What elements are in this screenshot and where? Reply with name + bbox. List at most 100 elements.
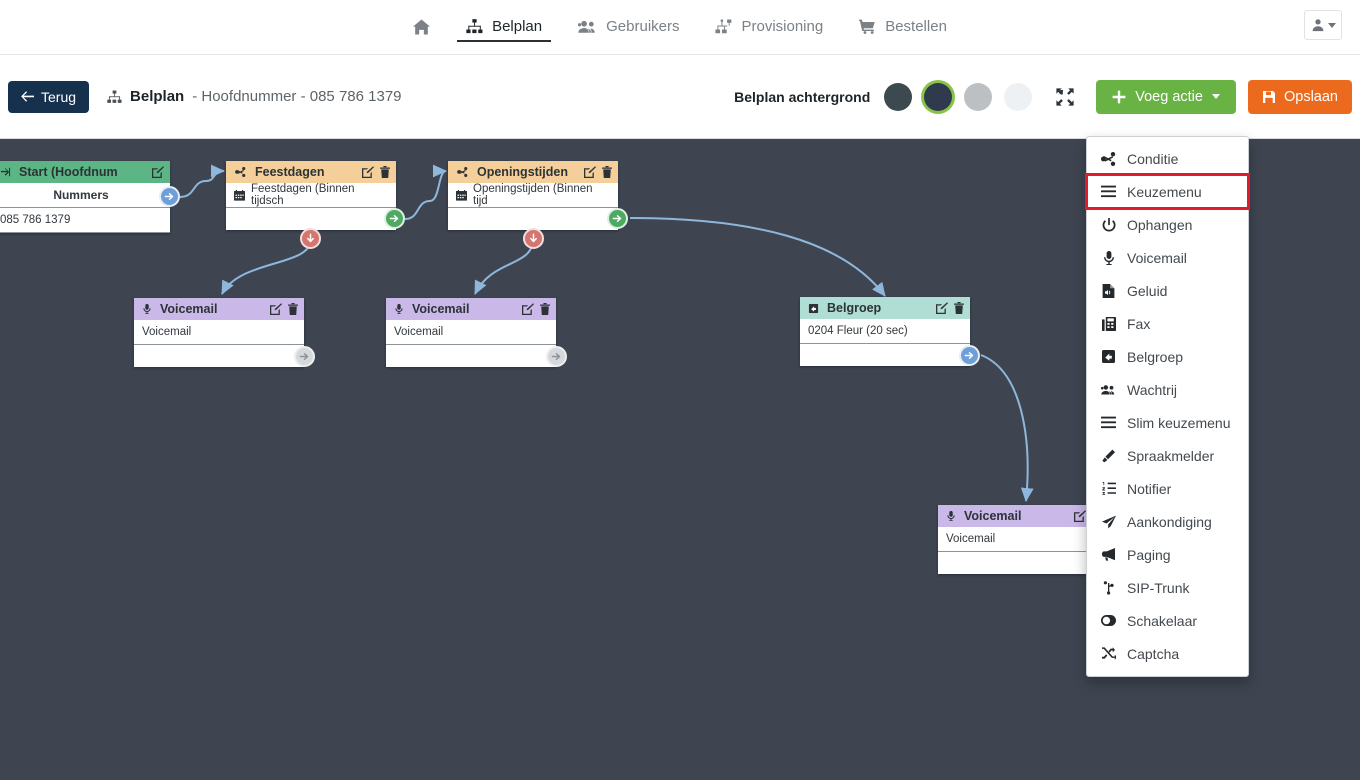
trash-icon[interactable] bbox=[380, 166, 390, 178]
node-voicemail-2[interactable]: Voicemail Voicemail bbox=[386, 298, 556, 367]
background-swatch-1[interactable] bbox=[884, 82, 913, 111]
background-swatch-3[interactable] bbox=[964, 82, 993, 111]
trash-icon[interactable] bbox=[602, 166, 612, 178]
trash-icon[interactable] bbox=[540, 303, 550, 315]
menu-item-wachtrij[interactable]: Wachtrij bbox=[1087, 373, 1248, 406]
node-belgroep-header: Belgroep bbox=[800, 297, 970, 319]
menu-item-label: Keuzemenu bbox=[1127, 183, 1202, 200]
port-openingstijden-fail[interactable] bbox=[523, 228, 544, 249]
menu-item-label: Spraakmelder bbox=[1127, 447, 1215, 464]
edit-icon[interactable] bbox=[152, 166, 164, 178]
port-voicemail-1-out[interactable] bbox=[294, 346, 315, 367]
menu-item-fax[interactable]: Fax bbox=[1087, 307, 1248, 340]
fax-icon bbox=[1101, 316, 1116, 331]
port-voicemail-2-out[interactable] bbox=[546, 346, 567, 367]
node-voicemail-3-header: Voicemail bbox=[938, 505, 1108, 527]
menu-item-label: Belgroep bbox=[1127, 348, 1184, 365]
menu-item-sip-trunk[interactable]: SIP-Trunk bbox=[1087, 571, 1248, 604]
node-start[interactable]: Start (Hoofdnum Nummers 085 786 1379 bbox=[0, 161, 170, 233]
edit-icon[interactable] bbox=[270, 303, 282, 315]
menu-item-voicemail[interactable]: Voicemail bbox=[1087, 241, 1248, 274]
node-voicemail-2-header: Voicemail bbox=[386, 298, 556, 320]
add-action-dropdown-menu[interactable]: Conditie Keuzemenu Ophangen Voicemail Geluid… bbox=[1085, 136, 1250, 677]
menu-item-ophangen[interactable]: Ophangen bbox=[1087, 208, 1248, 241]
node-voicemail-2-row: Voicemail bbox=[386, 320, 556, 345]
expand-arrows-icon[interactable] bbox=[1050, 82, 1080, 112]
users-icon bbox=[1101, 383, 1116, 397]
node-start-row: 085 786 1379 bbox=[0, 208, 170, 233]
menu-item-label: Captcha bbox=[1127, 645, 1180, 662]
menu-item-label: Paging bbox=[1127, 546, 1171, 563]
node-actions bbox=[270, 303, 298, 315]
bars-icon bbox=[1101, 416, 1116, 429]
node-openingstijden[interactable]: Openingstijden Openingstijden (Binnen tij… bbox=[448, 161, 618, 230]
menu-item-schakelaar[interactable]: Schakelaar bbox=[1087, 604, 1248, 637]
volume-file-icon bbox=[1101, 283, 1116, 298]
user-menu-button[interactable] bbox=[1304, 10, 1342, 40]
node-voicemail-3-row: Voicemail bbox=[938, 527, 1108, 552]
node-belgroep[interactable]: Belgroep 0204 Fleur (20 sec) bbox=[800, 297, 970, 366]
node-start-row: Nummers bbox=[0, 183, 170, 208]
menu-item-label: Wachtrij bbox=[1127, 381, 1178, 398]
node-belgroep-title: Belgroep bbox=[827, 301, 882, 315]
background-swatch-2[interactable] bbox=[924, 82, 953, 111]
sitemap-icon bbox=[466, 19, 483, 34]
edit-icon[interactable] bbox=[936, 302, 948, 314]
menu-item-keuzemenu[interactable]: Keuzemenu bbox=[1085, 173, 1250, 210]
node-voicemail-3[interactable]: Voicemail Voicemail bbox=[938, 505, 1108, 574]
port-feestdagen-out[interactable] bbox=[384, 208, 405, 229]
back-button-label: Terug bbox=[41, 88, 77, 105]
users-icon bbox=[578, 20, 597, 34]
node-openingstijden-row-label: Openingstijden (Binnen tijd bbox=[473, 183, 593, 207]
menu-item-label: SIP-Trunk bbox=[1127, 579, 1190, 596]
node-feestdagen-row: Feestdagen (Binnen tijdsch bbox=[226, 183, 396, 208]
menu-item-conditie[interactable]: Conditie bbox=[1087, 142, 1248, 175]
paper-plane-icon bbox=[1101, 515, 1116, 529]
menu-item-paging[interactable]: Paging bbox=[1087, 538, 1248, 571]
node-actions bbox=[522, 303, 550, 315]
calendar-icon bbox=[234, 189, 245, 201]
port-start-out[interactable] bbox=[159, 186, 180, 207]
menu-item-label: Slim keuzemenu bbox=[1127, 414, 1231, 431]
edit-icon[interactable] bbox=[1074, 510, 1086, 522]
menu-item-spraakmelder[interactable]: Spraakmelder bbox=[1087, 439, 1248, 472]
background-swatch-4[interactable] bbox=[1004, 82, 1033, 111]
node-feestdagen-title: Feestdagen bbox=[255, 165, 325, 179]
trash-icon[interactable] bbox=[288, 303, 298, 315]
node-voicemail-1[interactable]: Voicemail Voicemail bbox=[134, 298, 304, 367]
menu-item-slim-keuzemenu[interactable]: Slim keuzemenu bbox=[1087, 406, 1248, 439]
nav-bestellen[interactable]: Bestellen bbox=[841, 0, 965, 55]
edit-icon[interactable] bbox=[584, 166, 596, 178]
node-start-row-label: Nummers bbox=[53, 188, 109, 202]
nav-gebruikers[interactable]: Gebruikers bbox=[560, 0, 697, 55]
bars-icon bbox=[1101, 185, 1116, 198]
node-actions bbox=[362, 166, 390, 178]
node-start-header: Start (Hoofdnum bbox=[0, 161, 170, 183]
add-action-button[interactable]: Voeg actie bbox=[1096, 79, 1236, 114]
node-belgroep-row: 0204 Fleur (20 sec) bbox=[800, 319, 970, 344]
breadcrumb: Belplan - Hoofdnummer - 085 786 1379 bbox=[107, 88, 402, 105]
port-openingstijden-out[interactable] bbox=[607, 208, 628, 229]
menu-item-notifier[interactable]: Notifier bbox=[1087, 472, 1248, 505]
trash-icon[interactable] bbox=[954, 302, 964, 314]
edit-icon[interactable] bbox=[362, 166, 374, 178]
port-feestdagen-fail[interactable] bbox=[300, 228, 321, 249]
save-button[interactable]: Opslaan bbox=[1247, 79, 1352, 114]
toolbar-right-group: Belplan achtergrond Voeg actie Opslaan bbox=[734, 79, 1360, 114]
nav-belplan[interactable]: Belplan bbox=[448, 0, 560, 55]
menu-item-geluid[interactable]: Geluid bbox=[1087, 274, 1248, 307]
microphone-icon bbox=[143, 303, 152, 315]
menu-item-label: Voicemail bbox=[1127, 249, 1187, 266]
back-button[interactable]: Terug bbox=[8, 80, 90, 113]
nav-home[interactable] bbox=[395, 0, 448, 55]
network-icon bbox=[715, 19, 732, 34]
menu-item-aankondiging[interactable]: Aankondiging bbox=[1087, 505, 1248, 538]
menu-item-label: Fax bbox=[1127, 315, 1151, 332]
menu-item-belgroep[interactable]: Belgroep bbox=[1087, 340, 1248, 373]
nav-items: Belplan Gebruikers Provisioning Bestellen bbox=[395, 0, 965, 54]
nav-provisioning[interactable]: Provisioning bbox=[697, 0, 841, 55]
port-belgroep-out[interactable] bbox=[959, 345, 980, 366]
node-feestdagen[interactable]: Feestdagen Feestdagen (Binnen tijdsch bbox=[226, 161, 396, 230]
menu-item-captcha[interactable]: Captcha bbox=[1087, 637, 1248, 670]
edit-icon[interactable] bbox=[522, 303, 534, 315]
